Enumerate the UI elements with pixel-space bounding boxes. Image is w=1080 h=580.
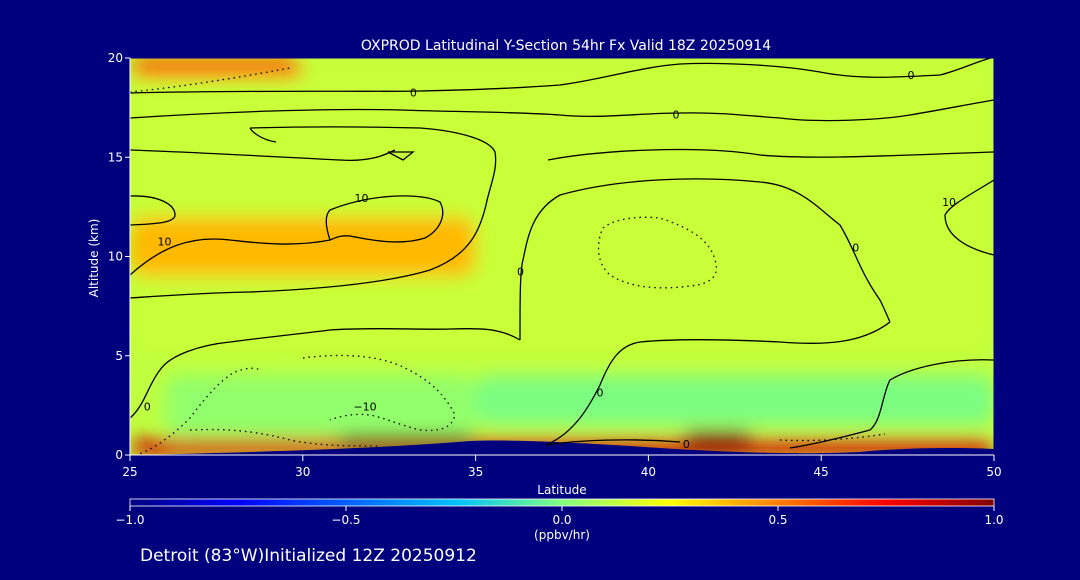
plot-area: 0 0 0 10 10 10 0 −10 0 0 0 0 <box>130 58 994 455</box>
contour-label: 0 <box>673 109 680 122</box>
field-layer <box>130 58 994 455</box>
footer-location-text: Detroit (83°W)Initialized 12Z 20250912 <box>140 546 477 566</box>
contour-label: 10 <box>158 236 172 249</box>
colorbar-tick-label: 0.0 <box>552 513 571 527</box>
contour-label: −10 <box>353 400 376 413</box>
field-region <box>475 375 994 426</box>
chart-title: OXPROD Latitudinal Y-Section 54hr Fx Val… <box>361 38 771 54</box>
contour-label: 10 <box>355 192 369 205</box>
x-tick-label: 35 <box>468 465 483 479</box>
field-region <box>164 375 476 436</box>
contour-label: 0 <box>597 386 604 399</box>
chart-root: OXPROD Latitudinal Y-Section 54hr Fx Val… <box>0 0 1080 576</box>
x-tick-label: 25 <box>122 465 137 479</box>
colorbar-tick-label: 0.5 <box>768 513 787 527</box>
contour-label: 0 <box>852 242 859 255</box>
contour-label: 0 <box>908 69 915 82</box>
y-tick-label: 0 <box>115 448 123 462</box>
colorbar-tick-label: −1.0 <box>115 513 144 527</box>
y-tick-label: 10 <box>108 250 123 264</box>
x-axis: 25 30 35 40 45 50 <box>122 454 1002 479</box>
contour-label: 0 <box>683 438 690 451</box>
x-tick-label: 40 <box>641 465 656 479</box>
colorbar-tick-label: 1.0 <box>984 513 1003 527</box>
contour-label: 0 <box>517 265 524 278</box>
colorbar-label: (ppbv/hr) <box>534 528 590 542</box>
field-region <box>130 216 476 277</box>
contour-label: 10 <box>942 196 956 209</box>
y-tick-label: 20 <box>108 51 123 65</box>
chart-svg: OXPROD Latitudinal Y-Section 54hr Fx Val… <box>87 38 1004 566</box>
x-tick-label: 45 <box>814 465 829 479</box>
colorbar-tick-label: −0.5 <box>331 513 360 527</box>
x-axis-label: Latitude <box>537 483 586 497</box>
field-region <box>130 58 303 78</box>
y-tick-label: 15 <box>108 150 123 164</box>
y-axis-label: Altitude (km) <box>87 219 101 298</box>
x-tick-label: 50 <box>986 465 1001 479</box>
field-region <box>682 431 753 450</box>
field-region <box>130 58 994 356</box>
colorbar-ticks: −1.0 −0.5 0.0 0.5 1.0 <box>115 506 1004 527</box>
y-tick-label: 5 <box>115 349 123 363</box>
x-tick-label: 30 <box>295 465 310 479</box>
contour-label: 0 <box>144 400 151 413</box>
y-axis: 0 5 10 15 20 <box>108 51 131 462</box>
colorbar <box>129 498 995 507</box>
contour-label: 0 <box>410 87 417 100</box>
